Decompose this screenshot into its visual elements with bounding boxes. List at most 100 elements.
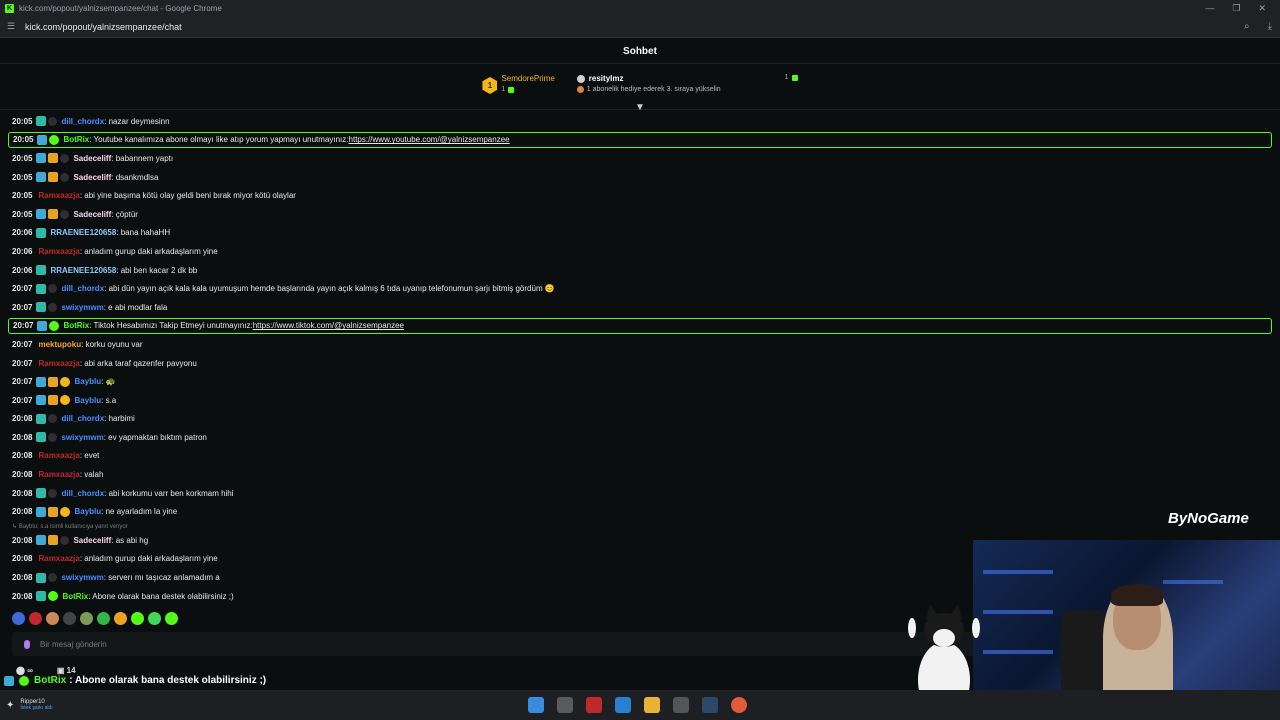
chat-message[interactable]: 20:05 Sadeceliff: dsankmdlsa (8, 168, 1272, 187)
site-settings-icon[interactable]: ☰ (7, 21, 17, 32)
emote-icon[interactable] (148, 612, 161, 625)
message-username[interactable]: Sadeceliff (73, 173, 111, 182)
message-username[interactable]: dill_chordx (61, 284, 104, 293)
task-view-icon[interactable] (557, 697, 573, 713)
message-username[interactable]: Ramxaazja (38, 470, 79, 479)
message-username[interactable]: dill_chordx (61, 489, 104, 498)
message-username[interactable]: BotRix (63, 321, 89, 330)
message-username[interactable]: Sadeceliff (73, 210, 111, 219)
chrome-icon[interactable] (731, 697, 747, 713)
leaderboard-second-count: 1 (784, 74, 789, 81)
dark-badge-icon (60, 209, 70, 219)
chat-message[interactable]: 20:07 Bayblu: s.a (8, 391, 1272, 410)
download-icon[interactable]: ⤓ (1268, 21, 1272, 32)
message-link[interactable]: https://www.youtube.com/@yalnizsempanzee (349, 135, 510, 144)
message-username[interactable]: Bayblu (74, 377, 101, 386)
chat-message[interactable]: 20:08 Ramxaazja: evet (8, 447, 1272, 466)
chat-message[interactable]: 20:07 mektupoku: korku oyunu var (8, 335, 1272, 354)
message-username[interactable]: Ramxaazja (38, 554, 79, 563)
app-icon[interactable] (673, 697, 689, 713)
message-username[interactable]: swixymwm (61, 573, 103, 582)
cyan-badge-icon (36, 506, 47, 517)
emote-icon[interactable] (29, 612, 42, 625)
teal-badge-icon (36, 432, 47, 443)
emote-icon[interactable] (114, 612, 127, 625)
chat-message[interactable]: 20:05 Sadeceliff: çöptür (8, 205, 1272, 224)
chat-message[interactable]: 20:05 Sadeceliff: babannem yaptı (8, 149, 1272, 168)
message-link[interactable]: https://www.tiktok.com/@yalnizsempanzee (253, 321, 404, 330)
maximize-button[interactable]: ❐ (1232, 3, 1240, 14)
chat-message[interactable]: 20:08 dill_chordx: abi korkumu varr ben k… (8, 484, 1272, 503)
message-username[interactable]: Ramxaazja (38, 451, 79, 460)
search-icon[interactable]: ⌕ (1244, 21, 1250, 32)
dark-badge-icon (48, 302, 58, 312)
message-username[interactable]: Ramxaazja (38, 247, 79, 256)
reply-context[interactable]: ↳ Bayblu: s.a isimli kullanıcıya yanıt v… (8, 521, 1272, 531)
chat-message[interactable]: 20:07 swixymwm: e abi modlar fala (8, 298, 1272, 317)
app-icon[interactable] (586, 697, 602, 713)
minimize-button[interactable]: — (1205, 3, 1214, 14)
message-username[interactable]: Sadeceliff (73, 536, 111, 545)
close-button[interactable]: ✕ (1258, 3, 1266, 14)
chat-message[interactable]: 20:07 dill_chordx: abi dün yayın açık kal… (8, 279, 1272, 298)
coin-badge-icon (60, 376, 71, 387)
leaderboard-first[interactable]: 1 SemdorePrime 1 (482, 66, 555, 109)
message-text: : ne ayarladım la yine (101, 507, 178, 517)
message-username[interactable]: RRAENEE120658 (50, 228, 116, 237)
chat-message[interactable]: 20:05 Ramxaazja: abi yine başıma kötü ola… (8, 186, 1272, 205)
message-username[interactable]: Ramxaazja (38, 359, 79, 368)
message-username[interactable]: swixymwm (61, 303, 103, 312)
emote-icon[interactable] (131, 612, 144, 625)
address-bar[interactable]: ☰ kick.com/popout/yalnizsempanzee/chat ⌕… (0, 16, 1280, 38)
teal-badge-icon (36, 488, 47, 499)
message-time: 20:06 (12, 228, 33, 238)
chat-message[interactable]: 20:08 swixymwm: ev yapmaktan bıktım patro… (8, 428, 1272, 447)
message-username[interactable]: dill_chordx (61, 414, 104, 423)
message-username[interactable]: BotRix (63, 135, 89, 144)
chat-message[interactable]: 20:07 Ramxaazja: abi arka taraf qazenfer … (8, 354, 1272, 373)
emote-icon[interactable] (46, 612, 59, 625)
message-username[interactable]: swixymwm (61, 433, 103, 442)
url-text[interactable]: kick.com/popout/yalnizsempanzee/chat (25, 22, 182, 32)
emote-icon[interactable] (165, 612, 178, 625)
chat-message[interactable]: 20:08 Ramxaazja: valah (8, 465, 1272, 484)
message-username[interactable]: Bayblu (74, 396, 101, 405)
green-badge-icon (49, 320, 60, 331)
pinned-message[interactable]: 20:05 BotRix: Youtube kanalımıza abone ol… (8, 131, 1272, 148)
chat-message[interactable]: 20:06 RRAENEE120658: abi ben kacar 2 dk b… (8, 261, 1272, 280)
chat-message[interactable]: 20:08 dill_chordx: harbimi (8, 410, 1272, 429)
green-badge-icon (48, 591, 59, 602)
dark-badge-icon (48, 432, 58, 442)
emote-icon[interactable] (80, 612, 93, 625)
emote-icon[interactable] (12, 612, 25, 625)
message-text: : abi arka taraf qazenfer pavyonu (79, 358, 197, 368)
message-username[interactable]: Bayblu (74, 507, 101, 516)
emote-icon[interactable] (63, 612, 76, 625)
message-time: 20:07 (12, 284, 33, 294)
chat-message[interactable]: 20:05 dill_chordx: nazar deymesinn (8, 112, 1272, 131)
message-username[interactable]: BotRix (62, 592, 88, 601)
chat-message[interactable]: 20:06 RRAENEE120658: bana hahaHH (8, 224, 1272, 243)
chat-input-placeholder: Bir mesaj gönderin (40, 639, 107, 649)
app-icon[interactable] (615, 697, 631, 713)
chat-message[interactable]: 20:06 Ramxaazja: anladım gurup daki arkad… (8, 242, 1272, 261)
leaderboard-second[interactable]: resitylmz 1 abonelik hediye ederek 3. sı… (576, 66, 798, 109)
message-username[interactable]: Ramxaazja (38, 191, 79, 200)
message-username[interactable]: RRAENEE120658 (50, 266, 116, 275)
rank-badge-icon: 1 (482, 77, 498, 94)
cyan-badge-icon (36, 535, 47, 546)
message-username[interactable]: mektupoku (38, 340, 81, 349)
message-text: : valah (79, 470, 104, 480)
dark-badge-icon (48, 284, 58, 294)
coin-badge-icon (60, 395, 71, 406)
chat-message[interactable]: 20:08 Bayblu: ne ayarladım la yine (8, 502, 1272, 521)
start-menu-icon[interactable] (528, 697, 544, 713)
emote-icon[interactable] (97, 612, 110, 625)
microphone-icon[interactable] (24, 639, 30, 649)
steam-icon[interactable] (702, 697, 718, 713)
pinned-message[interactable]: 20:07 BotRix: Tiktok Hesabımızı Takip Etm… (8, 317, 1272, 334)
file-explorer-icon[interactable] (644, 697, 660, 713)
message-username[interactable]: Sadeceliff (73, 154, 111, 163)
message-username[interactable]: dill_chordx (61, 117, 104, 126)
chat-message[interactable]: 20:07 Bayblu: 🐢 (8, 372, 1272, 391)
